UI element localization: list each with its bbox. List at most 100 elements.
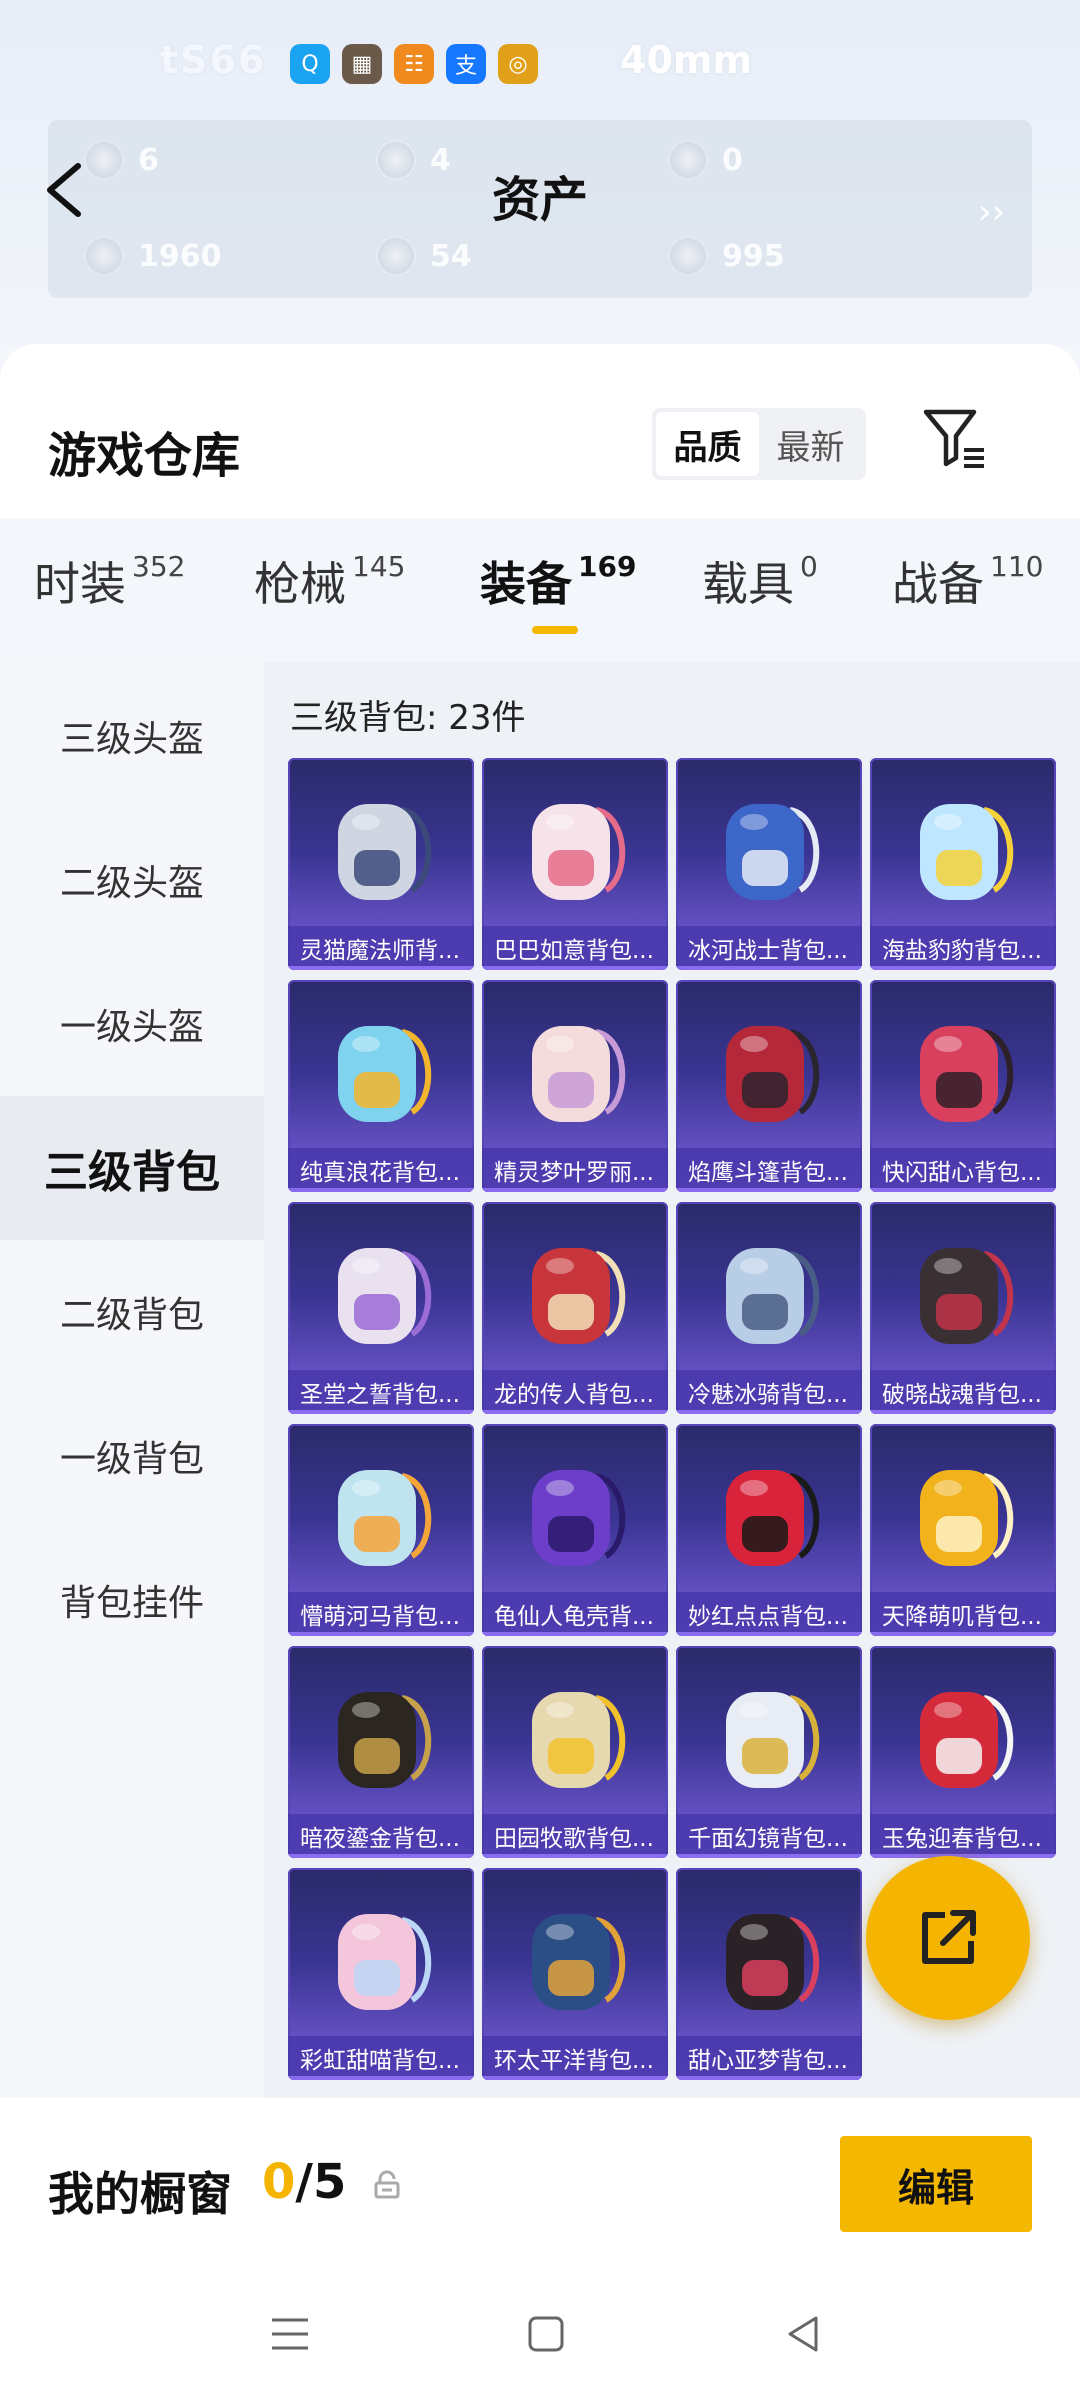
backpack-item-card[interactable]: 玉兔迎春背包...	[870, 1646, 1056, 1858]
tab-equipment[interactable]: 装备 169	[480, 548, 636, 614]
share-button[interactable]	[866, 1856, 1030, 2020]
share-icon	[922, 1910, 976, 1964]
backpack-item-card[interactable]: 圣堂之誓背包...	[288, 1202, 474, 1414]
item-name: 圣堂之誓背包...	[288, 1370, 474, 1414]
rarity-bar	[288, 2076, 474, 2080]
backpack-item-card[interactable]: 龙的传人背包...	[482, 1202, 668, 1414]
item-name: 环太平洋背包...	[482, 2036, 668, 2080]
backpack-item-card[interactable]: 千面幻镜背包...	[676, 1646, 862, 1858]
asset-item: 4	[376, 140, 451, 180]
backpack-item-card[interactable]: 彩虹甜喵背包...	[288, 1868, 474, 2080]
tab-vehicles[interactable]: 载具 0	[702, 548, 818, 614]
backpack-icon	[726, 804, 820, 900]
tab-firearms[interactable]: 枪械 145	[254, 548, 405, 614]
sort-quality-button[interactable]: 品质	[656, 412, 759, 476]
store-icon: ☷	[394, 44, 434, 84]
menu-icon[interactable]	[266, 2310, 314, 2358]
backpack-item-card[interactable]: 懵萌河马背包...	[288, 1424, 474, 1636]
currency-icon	[376, 236, 416, 276]
asset-item: 6	[84, 140, 159, 180]
game-avatar-icon: ▦	[342, 44, 382, 84]
backpack-icon	[920, 1248, 1014, 1344]
rarity-bar	[870, 966, 1056, 970]
item-name: 海盐豹豹背包...	[870, 926, 1056, 970]
backpack-item-card[interactable]: 冷魅冰骑背包...	[676, 1202, 862, 1414]
chevron-right-icon[interactable]: ››	[978, 192, 1005, 232]
rarity-bar	[482, 1188, 668, 1192]
backpack-item-card[interactable]: 巴巴如意背包...	[482, 758, 668, 970]
backpack-item-card[interactable]: 环太平洋背包...	[482, 1868, 668, 2080]
item-name: 巴巴如意背包...	[482, 926, 668, 970]
backpack-icon	[532, 1248, 626, 1344]
backpack-icon	[920, 1692, 1014, 1788]
rarity-bar	[288, 1188, 474, 1192]
currency-icon	[668, 236, 708, 276]
rarity-bar	[288, 1410, 474, 1414]
backpack-icon	[726, 1248, 820, 1344]
sort-latest-button[interactable]: 最新	[759, 412, 862, 476]
backpack-icon	[920, 804, 1014, 900]
backpack-item-card[interactable]: 龟仙人龟壳背...	[482, 1424, 668, 1636]
page-title: 资产	[492, 172, 589, 228]
backpack-item-card[interactable]: 海盐豹豹背包...	[870, 758, 1056, 970]
sidebar-item-backpack-pendant[interactable]: 背包挂件	[0, 1528, 264, 1672]
backpack-item-card[interactable]: 冰河战士背包...	[676, 758, 862, 970]
qq-icon: Q	[290, 44, 330, 84]
backpack-icon	[532, 1692, 626, 1788]
item-name: 懵萌河马背包...	[288, 1592, 474, 1636]
backpack-item-card[interactable]: 田园牧歌背包...	[482, 1646, 668, 1858]
item-name: 焰鹰斗篷背包...	[676, 1148, 862, 1192]
item-name: 快闪甜心背包...	[870, 1148, 1056, 1192]
rarity-bar	[676, 1188, 862, 1192]
filter-icon[interactable]	[920, 406, 988, 470]
item-name: 田园牧歌背包...	[482, 1814, 668, 1858]
sidebar-item-level2-backpack[interactable]: 二级背包	[0, 1240, 264, 1384]
linked-apps: Q ▦ ☷ 支 ◎	[290, 44, 538, 84]
item-name: 纯真浪花背包...	[288, 1148, 474, 1192]
section-label: 三级背包: 23件	[290, 698, 526, 738]
target-icon: ◎	[498, 44, 538, 84]
item-name: 龙的传人背包...	[482, 1370, 668, 1414]
home-icon[interactable]	[522, 2310, 570, 2358]
backpack-item-card[interactable]: 暗夜鎏金背包...	[288, 1646, 474, 1858]
alipay-icon: 支	[446, 44, 486, 84]
showcase-title: 我的橱窗	[48, 2167, 232, 2221]
item-name: 龟仙人龟壳背...	[482, 1592, 668, 1636]
backpack-icon	[726, 1692, 820, 1788]
backpack-icon	[338, 1248, 432, 1344]
item-name: 灵猫魔法师背...	[288, 926, 474, 970]
backpack-item-card[interactable]: 天降萌叽背包...	[870, 1424, 1056, 1636]
backpack-item-card[interactable]: 快闪甜心背包...	[870, 980, 1056, 1192]
edit-button[interactable]: 编辑	[840, 2136, 1032, 2232]
backpack-icon	[726, 1914, 820, 2010]
backpack-item-card[interactable]: 精灵梦叶罗丽...	[482, 980, 668, 1192]
player-name-left: tS66	[160, 38, 267, 82]
sidebar-item-level3-helmet[interactable]: 三级头盔	[0, 664, 264, 808]
tab-fashion[interactable]: 时装 352	[34, 548, 185, 614]
backpack-item-card[interactable]: 灵猫魔法师背...	[288, 758, 474, 970]
currency-icon	[668, 140, 708, 180]
rarity-bar	[676, 2076, 862, 2080]
tab-supplies[interactable]: 战备 110	[892, 548, 1043, 614]
backpack-item-card[interactable]: 焰鹰斗篷背包...	[676, 980, 862, 1192]
back-arrow-icon[interactable]	[40, 160, 90, 220]
backpack-item-card[interactable]: 纯真浪花背包...	[288, 980, 474, 1192]
item-name: 冷魅冰骑背包...	[676, 1370, 862, 1414]
backpack-item-card[interactable]: 破晓战魂背包...	[870, 1202, 1056, 1414]
backpack-item-card[interactable]: 甜心亚梦背包...	[676, 1868, 862, 2080]
backpack-icon	[920, 1470, 1014, 1566]
rarity-bar	[482, 1410, 668, 1414]
showcase-count: 0/5	[262, 2154, 347, 2210]
backpack-item-card[interactable]: 妙红点点背包...	[676, 1424, 862, 1636]
sidebar-item-level1-backpack[interactable]: 一级背包	[0, 1384, 264, 1528]
asset-item: 54	[376, 236, 472, 276]
sidebar-item-level2-helmet[interactable]: 二级头盔	[0, 808, 264, 952]
sidebar-item-level1-helmet[interactable]: 一级头盔	[0, 952, 264, 1096]
backpack-icon	[532, 1914, 626, 2010]
item-name: 甜心亚梦背包...	[676, 2036, 862, 2080]
rarity-bar	[676, 1632, 862, 1636]
sidebar-item-level3-backpack[interactable]: 三级背包	[0, 1096, 264, 1240]
back-icon[interactable]	[780, 2310, 828, 2358]
item-name: 破晓战魂背包...	[870, 1370, 1056, 1414]
backpack-icon	[920, 1026, 1014, 1122]
